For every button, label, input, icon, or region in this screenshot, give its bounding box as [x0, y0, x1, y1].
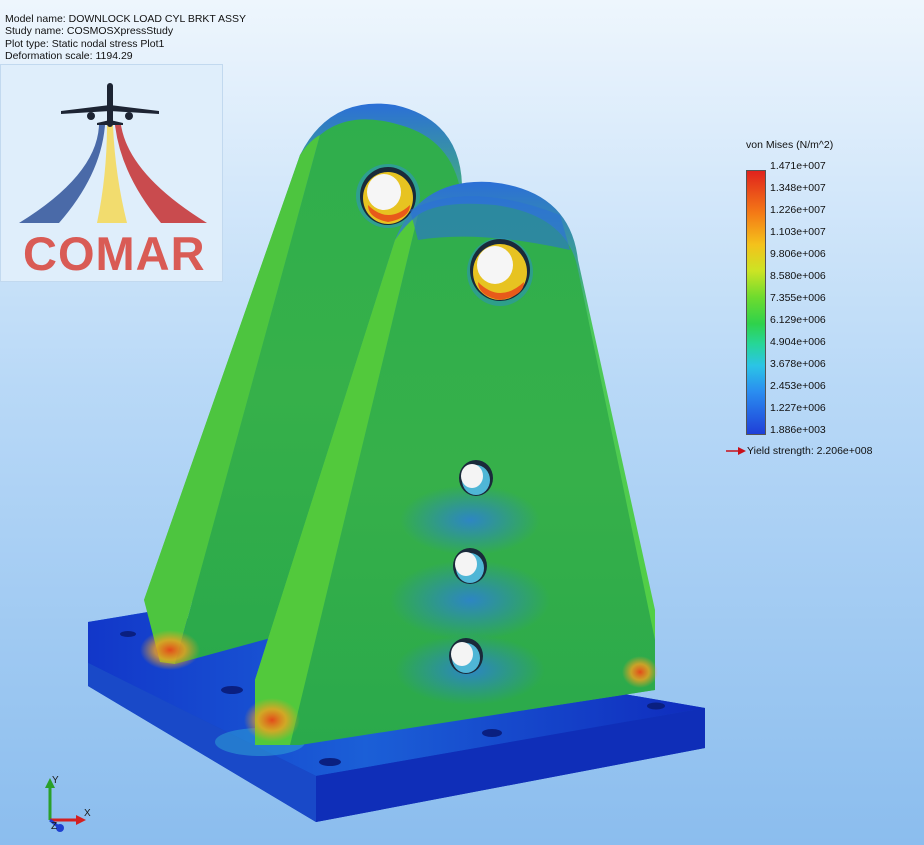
arrow-right-icon	[726, 447, 746, 455]
legend-value: 3.678e+006	[770, 358, 826, 370]
legend-value: 9.806e+006	[770, 248, 826, 260]
axis-y-label: Y	[52, 775, 59, 786]
legend-value: 1.348e+007	[770, 182, 826, 194]
legend-title: von Mises (N/m^2)	[746, 139, 834, 151]
axis-z-label: Z	[51, 821, 57, 832]
legend-labels: 1.471e+007 1.348e+007 1.226e+007 1.103e+…	[770, 159, 860, 445]
yield-strength: Yield strength: 2.206e+008	[726, 445, 872, 457]
axis-x-label: X	[84, 808, 91, 819]
yield-strength-label: Yield strength: 2.206e+008	[747, 445, 873, 457]
legend-value: 1.471e+007	[770, 160, 826, 172]
legend-value: 2.453e+006	[770, 380, 826, 392]
legend-value: 8.580e+006	[770, 270, 826, 282]
axis-triad-icon: Y X Z	[45, 775, 91, 832]
legend-value: 1.886e+003	[770, 424, 826, 436]
legend-value: 1.227e+006	[770, 402, 826, 414]
legend-value: 6.129e+006	[770, 314, 826, 326]
color-scale-bar	[746, 170, 766, 435]
legend-value: 1.226e+007	[770, 204, 826, 216]
legend-value: 7.355e+006	[770, 292, 826, 304]
legend-value: 1.103e+007	[770, 226, 826, 238]
legend-value: 4.904e+006	[770, 336, 826, 348]
